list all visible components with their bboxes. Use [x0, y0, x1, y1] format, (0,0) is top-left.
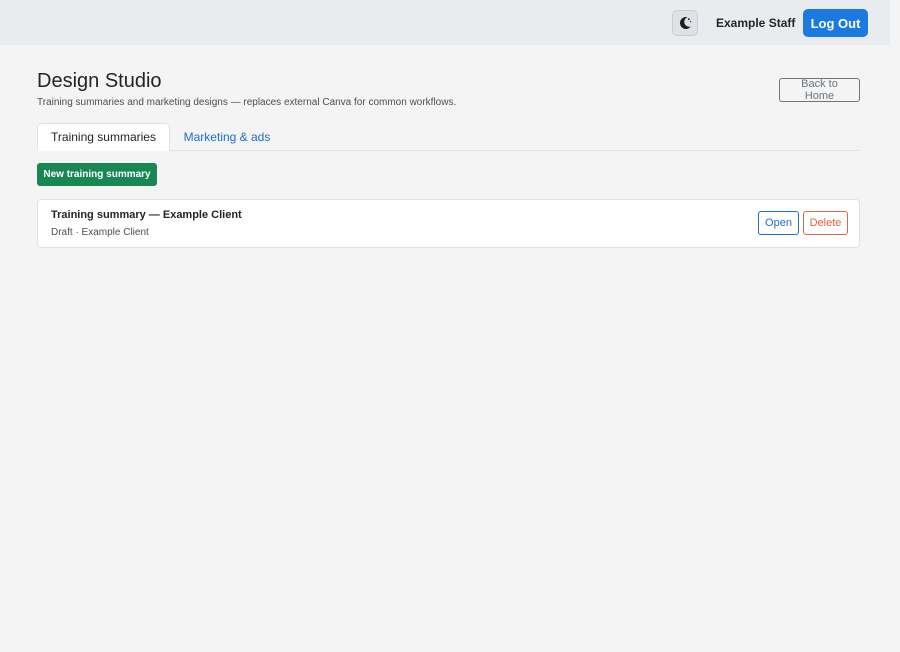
list-item: Training summary — Example Client Draft …	[37, 199, 860, 248]
item-title: Training summary — Example Client	[51, 209, 242, 221]
moon-icon	[679, 16, 692, 29]
page-title: Design Studio	[37, 70, 162, 92]
tab-marketing-ads[interactable]: Marketing & ads	[172, 123, 282, 151]
open-button[interactable]: Open	[758, 211, 799, 235]
new-training-summary-button[interactable]: New training summary	[37, 163, 157, 186]
back-to-home-button[interactable]: Back to Home	[779, 78, 860, 102]
item-meta: Draft · Example Client	[51, 227, 149, 238]
delete-button[interactable]: Delete	[803, 211, 848, 235]
page-subtitle: Training summaries and marketing designs…	[37, 97, 457, 108]
theme-toggle-button[interactable]	[672, 10, 698, 36]
top-navbar: Example Staff Log Out	[0, 0, 890, 45]
user-name: Example Staff	[716, 16, 796, 30]
tab-training-summaries[interactable]: Training summaries	[37, 123, 170, 151]
logout-button[interactable]: Log Out	[803, 9, 868, 37]
